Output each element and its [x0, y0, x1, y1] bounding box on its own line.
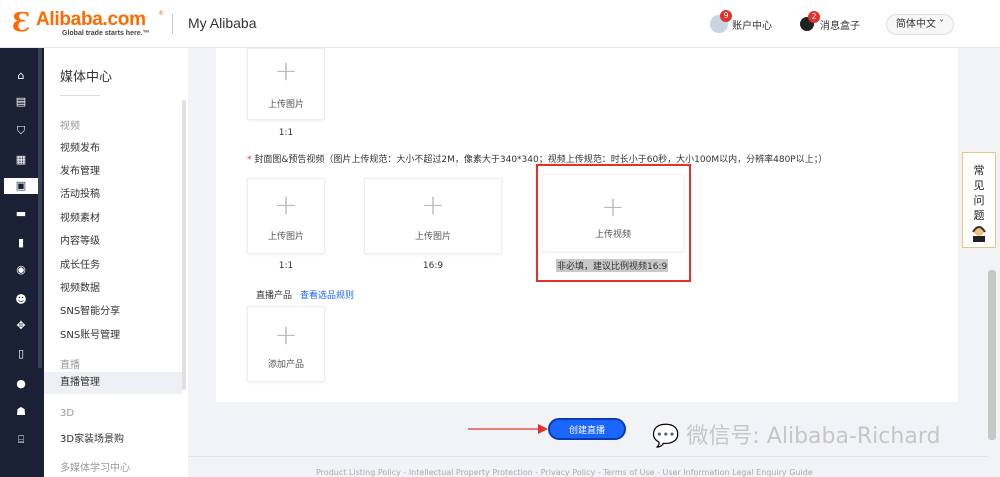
- message-box-label: 消息盒子: [820, 20, 860, 32]
- media-icon[interactable]: ▣: [4, 178, 38, 194]
- logo-tagline: Global trade starts here.™: [62, 30, 150, 37]
- home-icon[interactable]: ⌂: [12, 68, 30, 84]
- upload-label: 上传图片: [414, 232, 451, 242]
- page-scrollbar[interactable]: [988, 270, 996, 440]
- analytics-icon[interactable]: ▮: [12, 235, 30, 251]
- page-title[interactable]: My Alibaba: [188, 15, 256, 31]
- add-product-box[interactable]: + 添加产品: [247, 306, 325, 382]
- message-box-link[interactable]: 2 消息盒子: [800, 11, 860, 34]
- ratio-label: 1:1: [278, 128, 294, 138]
- nav-group-learning-center: 多媒体学习中心: [60, 463, 130, 474]
- nav-group-live: 直播: [60, 360, 80, 371]
- users-icon[interactable]: ☻: [12, 292, 30, 308]
- nav-scrollbar[interactable]: [182, 100, 186, 390]
- nav-item-event-submission[interactable]: 活动投稿: [60, 185, 100, 200]
- nav-group-3d: 3D: [60, 408, 75, 419]
- upload-cover-1-1[interactable]: + 上传图片: [247, 178, 325, 254]
- nav-item-video-publish[interactable]: 视频发布: [60, 139, 100, 154]
- live-products-label: 直播产品: [256, 291, 293, 301]
- view-selection-rules-link[interactable]: 查看选品规则: [300, 288, 354, 301]
- icon-sidebar: ⌂ ▤ ⛉ ▦ ▣ ▬ ▮ ◉ ☻ ✥ ▯ ● ☗ ⌸: [0, 48, 44, 477]
- nav-item-3d-home-scene[interactable]: 3D家装场景购: [60, 430, 124, 445]
- upload-label: 上传视频: [594, 230, 631, 240]
- account-badge: 9: [720, 10, 732, 22]
- account-center-link[interactable]: 9 账户中心: [710, 10, 772, 34]
- chat-icon[interactable]: ▬: [12, 206, 30, 222]
- nav-item-growth-tasks[interactable]: 成长任务: [60, 256, 100, 271]
- faq-char: 题: [973, 209, 985, 222]
- nav-item-content-level[interactable]: 内容等级: [60, 232, 100, 247]
- annotation-arrow: [468, 424, 548, 434]
- live-form-card: + 上传图片 1:1 * 封面图&预告视频（图片上传规范：大小不超过2M，像素大…: [216, 48, 958, 402]
- logo-trademark: ®: [158, 10, 164, 17]
- video-optional-hint: 非必填，建议比例视频16:9: [556, 259, 669, 272]
- faq-char: 问: [973, 194, 985, 207]
- ratio-label: 16:9: [422, 261, 444, 271]
- icon-sidebar-scrollbar[interactable]: [38, 48, 42, 368]
- logo-divider: [172, 14, 173, 34]
- logistics-icon[interactable]: ✥: [12, 318, 30, 334]
- create-live-button[interactable]: 创建直播: [548, 418, 626, 440]
- plus-icon: +: [274, 54, 298, 87]
- nav-title: 媒体中心: [60, 70, 113, 85]
- nav-item-live-management[interactable]: 直播管理: [44, 372, 182, 394]
- account-center-label: 账户中心: [732, 20, 772, 32]
- upload-label: 上传图片: [267, 100, 304, 110]
- message-icon: 2: [800, 11, 820, 31]
- nav-item-publish-management[interactable]: 发布管理: [60, 162, 100, 177]
- bank-icon[interactable]: ⌸: [12, 432, 30, 448]
- plus-icon: +: [274, 318, 298, 351]
- upload-image-top[interactable]: + 上传图片: [247, 48, 325, 120]
- nav-item-video-data[interactable]: 视频数据: [60, 279, 100, 294]
- footer-links[interactable]: Product Listing Policy - Intellectual Pr…: [316, 468, 813, 477]
- store-icon[interactable]: ▤: [12, 94, 30, 110]
- alibaba-logo[interactable]: Ɛ Alibaba.com ® Global trade starts here…: [12, 8, 164, 38]
- wechat-watermark: 💬 微信号: Alibaba-Richard: [652, 424, 941, 449]
- grid-icon[interactable]: ▦: [12, 152, 30, 168]
- avatar-icon: 9: [710, 10, 732, 33]
- upload-cover-16-9[interactable]: + 上传图片: [364, 178, 502, 254]
- shield-icon[interactable]: ⛉: [12, 123, 30, 139]
- message-badge: 2: [808, 11, 820, 23]
- logo-mark: Ɛ: [12, 8, 31, 38]
- faq-char: 见: [973, 179, 985, 192]
- logo-text: Alibaba.com: [36, 9, 146, 30]
- top-header: Ɛ Alibaba.com ® Global trade starts here…: [0, 0, 1000, 48]
- upload-label: 上传图片: [267, 232, 304, 242]
- services-icon[interactable]: ☗: [12, 404, 30, 420]
- nav-group-video: 视频: [60, 121, 80, 132]
- upload-video[interactable]: + 上传视频: [542, 174, 684, 252]
- plus-icon: +: [421, 188, 445, 221]
- plus-icon: +: [601, 190, 625, 223]
- location-icon[interactable]: ◉: [12, 262, 30, 278]
- document-icon[interactable]: ▯: [12, 346, 30, 362]
- globe-icon[interactable]: ●: [12, 376, 30, 392]
- nav-item-sns-account-management[interactable]: SNS账号管理: [60, 326, 120, 341]
- nav-title-divider: [60, 95, 100, 96]
- support-agent-icon: [972, 226, 986, 242]
- ratio-label: 1:1: [278, 261, 294, 271]
- nav-item-video-assets[interactable]: 视频素材: [60, 209, 100, 224]
- plus-icon: +: [274, 188, 298, 221]
- faq-widget[interactable]: 常 见 问 题: [962, 152, 996, 248]
- language-select[interactable]: 简体中文 ˅: [886, 14, 954, 35]
- nav-item-sns-smart-share[interactable]: SNS智能分享: [60, 302, 120, 317]
- add-product-label: 添加产品: [267, 360, 304, 370]
- faq-char: 常: [973, 164, 985, 177]
- media-center-nav: 媒体中心 视频 视频发布 发布管理 活动投稿 视频素材 内容等级 成长任务 视频…: [44, 48, 188, 477]
- footer-divider: [188, 456, 988, 457]
